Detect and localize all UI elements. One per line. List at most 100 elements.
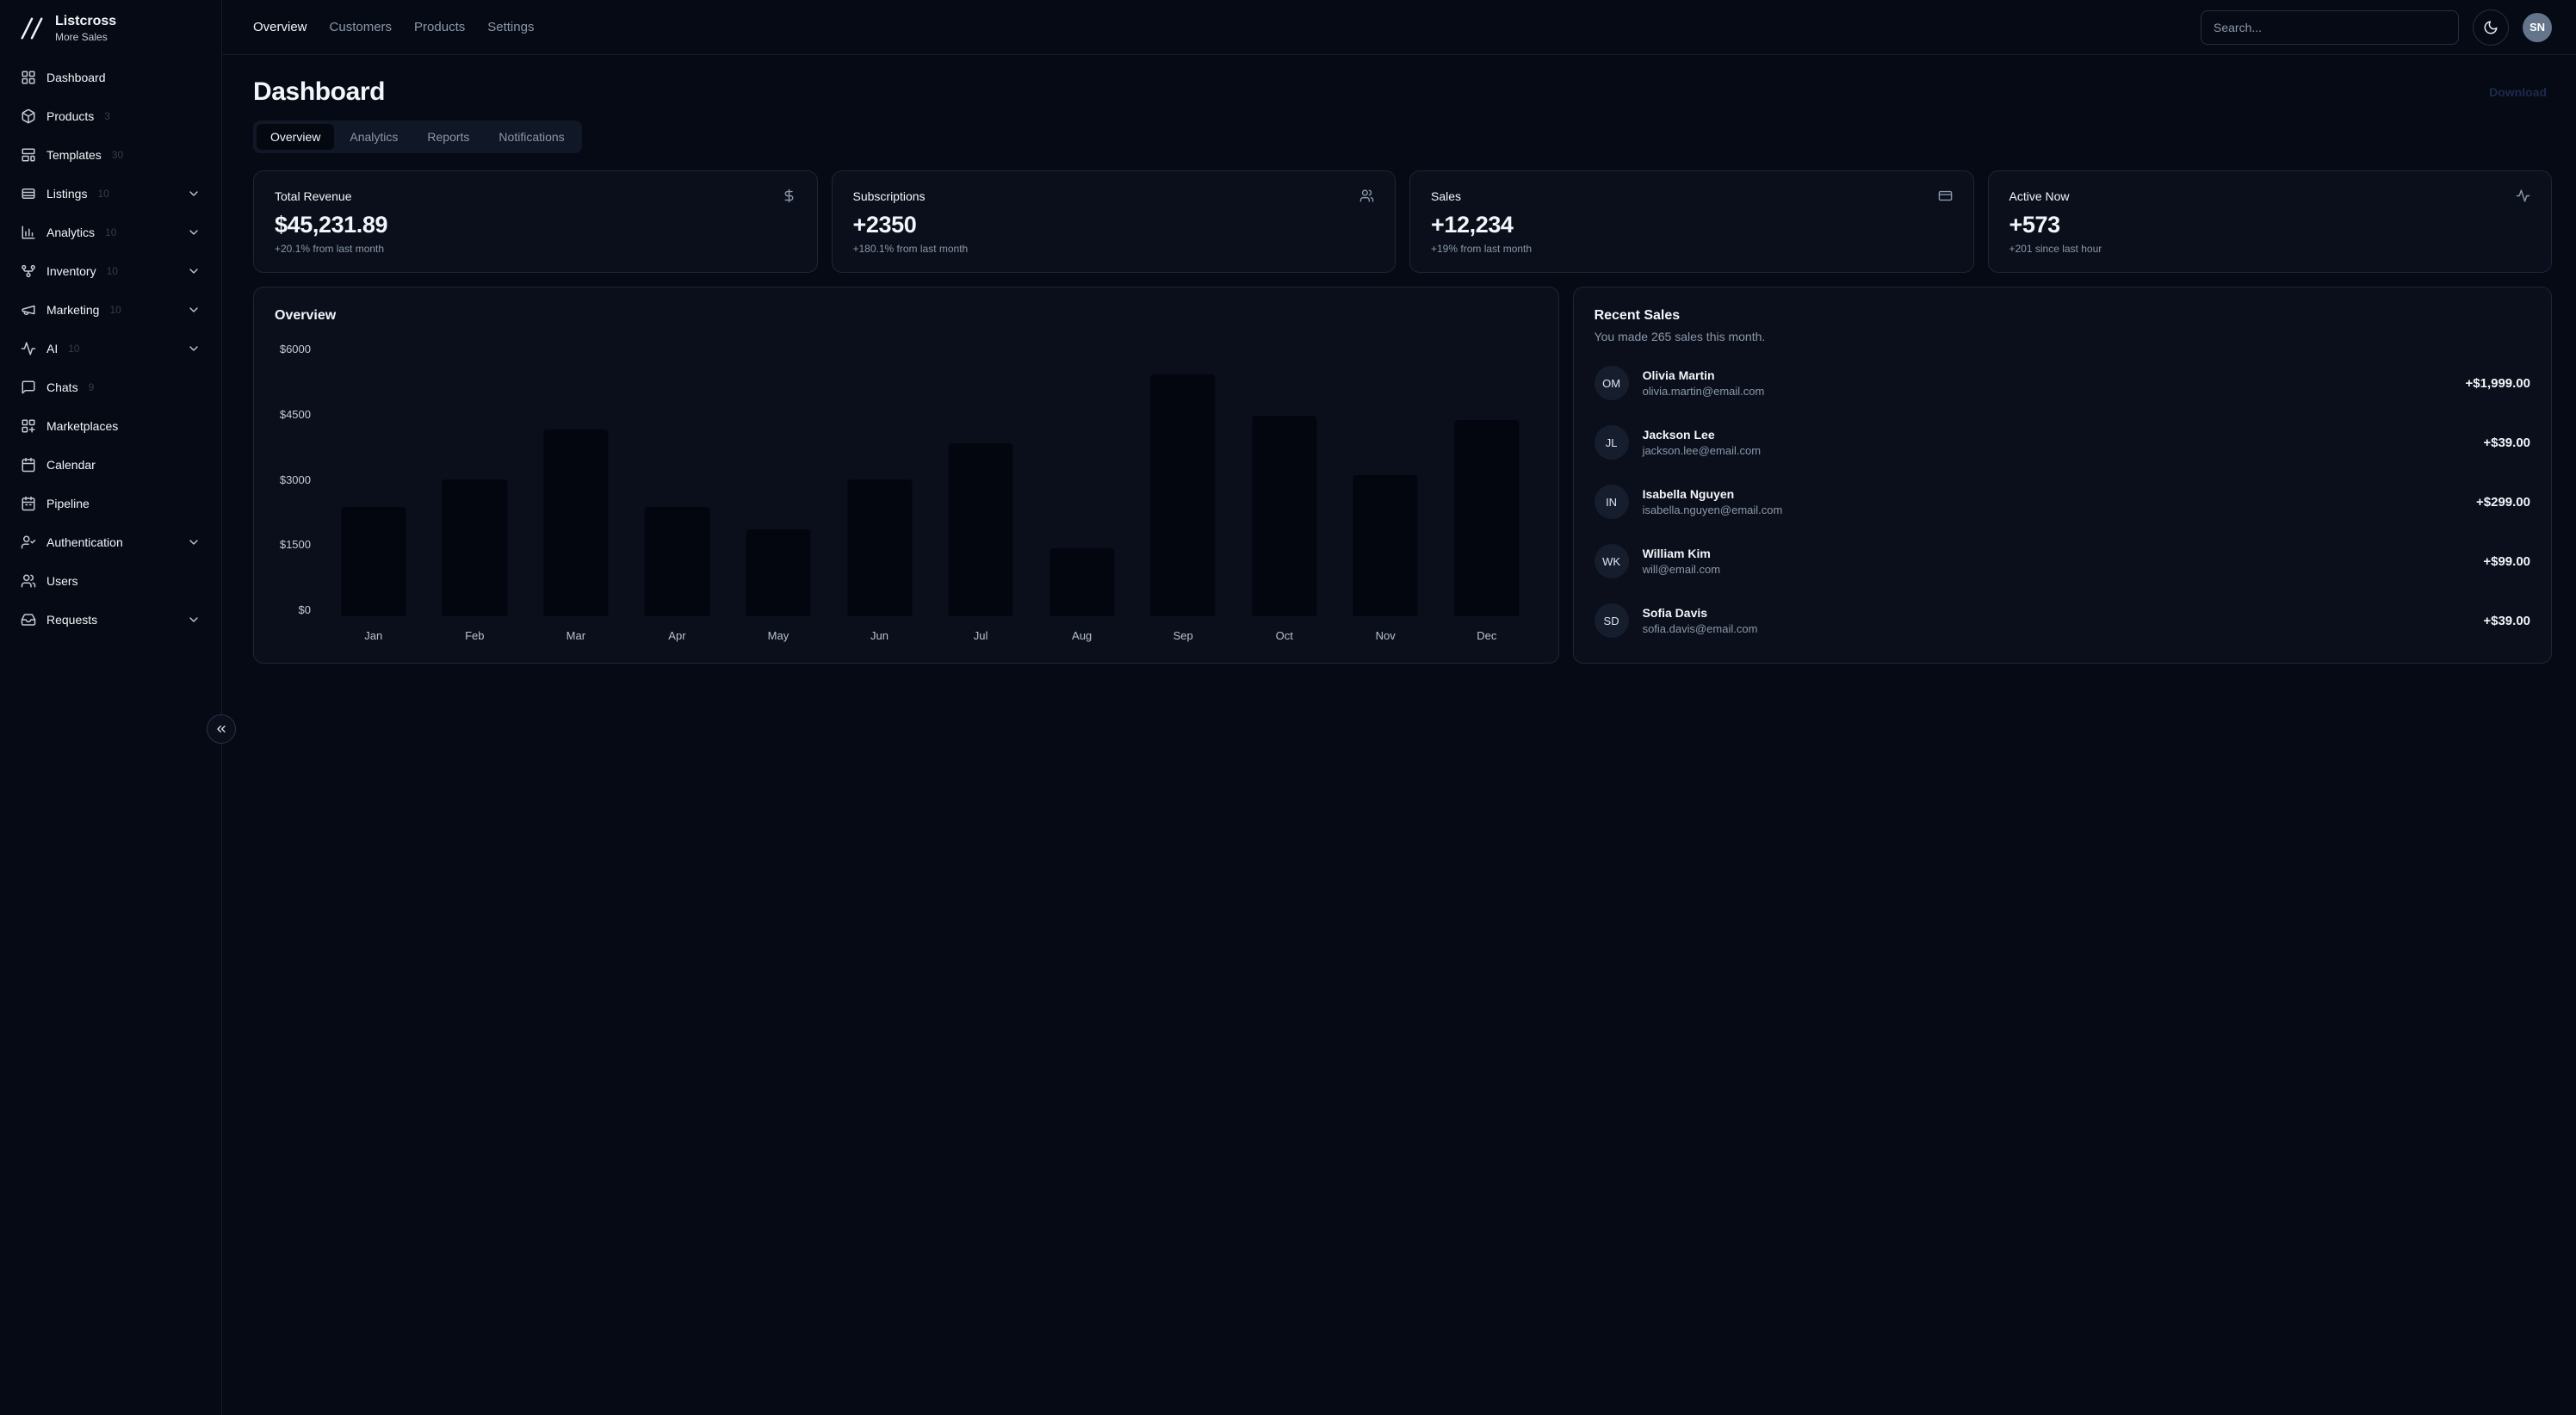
sidebar-item-authentication[interactable]: Authentication (12, 526, 209, 559)
x-axis-label: Dec (1436, 616, 1538, 642)
download-button[interactable]: Download (2484, 84, 2552, 100)
sidebar-item-badge: 30 (112, 149, 123, 161)
sidebar-item-label: Marketplaces (46, 419, 118, 433)
stat-card-header: Active Now (2009, 188, 2531, 203)
x-axis-label: Nov (1334, 616, 1436, 642)
chevron-down-icon (187, 226, 201, 239)
users-icon (21, 573, 36, 589)
sidebar-item-analytics[interactable]: Analytics10 (12, 216, 209, 249)
sidebar-item-pipeline[interactable]: Pipeline (12, 487, 209, 520)
sale-email: sofia.davis@email.com (1643, 622, 1758, 635)
chevrons-left-icon (214, 722, 228, 736)
chart-column: Aug (1031, 343, 1133, 642)
sidebar-item-label: Dashboard (46, 71, 106, 84)
sale-info: William Kimwill@email.com (1643, 547, 1721, 576)
sidebar-item-badge: 10 (68, 343, 79, 355)
overview-chart-card: Overview $6000$4500$3000$1500$0 JanFebMa… (253, 287, 1559, 664)
sidebar-item-label: Requests (46, 613, 97, 627)
sidebar-item-users[interactable]: Users (12, 565, 209, 597)
sale-info: Jackson Leejackson.lee@email.com (1643, 428, 1761, 457)
sidebar-item-label: Products (46, 109, 94, 123)
sidebar-item-calendar[interactable]: Calendar (12, 448, 209, 481)
chart-bar (1151, 374, 1216, 616)
credit-card-icon (1938, 188, 1953, 203)
main-area: Overview Customers Products Settings SN Das… (222, 0, 2576, 1415)
sidebar-item-listings[interactable]: Listings10 (12, 177, 209, 210)
chart-column: May (728, 343, 829, 642)
chart-bar (543, 429, 608, 616)
chart-bar (847, 479, 912, 616)
chart-column: Oct (1234, 343, 1335, 642)
chart-bar (341, 507, 406, 616)
sale-name: Olivia Martin (1643, 368, 1765, 382)
sidebar-item-products[interactable]: Products 3 (12, 100, 209, 133)
sale-info: Sofia Davissofia.davis@email.com (1643, 606, 1758, 635)
ai-icon (21, 341, 36, 356)
sidebar-collapse-button[interactable] (207, 714, 236, 744)
brand[interactable]: Listcross More Sales (0, 0, 221, 52)
nav-link-settings[interactable]: Settings (487, 20, 534, 34)
chats-icon (21, 380, 36, 395)
sale-email: will@email.com (1643, 563, 1721, 576)
avatar: SD (1595, 603, 1629, 638)
x-axis-label: Sep (1132, 616, 1234, 642)
sidebar-item-label: Authentication (46, 535, 123, 549)
stat-cards: Total Revenue$45,231.89+20.1% from last … (253, 170, 2552, 273)
sidebar-item-label: Calendar (46, 458, 96, 472)
chevron-down-icon (187, 303, 201, 317)
search-input[interactable] (2201, 10, 2459, 45)
recent-sales-list: OMOlivia Martinolivia.martin@email.com+$… (1595, 366, 2530, 638)
nav-link-overview[interactable]: Overview (253, 20, 307, 34)
tab-analytics[interactable]: Analytics (336, 124, 412, 150)
sidebar-item-templates[interactable]: Templates30 (12, 139, 209, 171)
list-item: WKWilliam Kimwill@email.com+$99.00 (1595, 544, 2530, 578)
sidebar-item-chats[interactable]: Chats9 (12, 371, 209, 404)
user-avatar[interactable]: SN (2523, 13, 2552, 42)
sidebar-item-ai[interactable]: AI 10 (12, 332, 209, 365)
x-axis-label: Jul (930, 616, 1031, 642)
sidebar-item-dashboard[interactable]: Dashboard (12, 61, 209, 94)
tab-overview[interactable]: Overview (257, 124, 334, 150)
analytics-icon (21, 225, 36, 240)
sidebar-item-badge: 3 (104, 110, 110, 122)
chart-bar-slot (1234, 343, 1335, 616)
sidebar-item-badge: 10 (97, 188, 108, 200)
sidebar: Listcross More Sales Dashboard Products 3 T… (0, 0, 222, 1415)
chart-bar (1252, 416, 1316, 616)
stat-value: +2350 (853, 212, 1375, 238)
marketing-icon (21, 302, 36, 318)
chart-bar-slot (1031, 343, 1133, 616)
chart-bar-slot (1334, 343, 1436, 616)
x-axis-label: Aug (1031, 616, 1133, 642)
marketplaces-icon (21, 418, 36, 434)
tab-notifications[interactable]: Notifications (485, 124, 578, 150)
sidebar-item-inventory[interactable]: Inventory10 (12, 255, 209, 287)
chart-bar-slot (1132, 343, 1234, 616)
sidebar-item-marketplaces[interactable]: Marketplaces (12, 410, 209, 442)
chart-bar-slot (627, 343, 728, 616)
sidebar-item-label: Analytics (46, 226, 95, 239)
pipeline-icon (21, 496, 36, 511)
products-icon (21, 108, 36, 124)
chevron-down-icon (187, 342, 201, 355)
requests-icon (21, 612, 36, 627)
nav-link-products[interactable]: Products (414, 20, 465, 34)
sidebar-item-label: Users (46, 574, 78, 588)
theme-toggle-button[interactable] (2473, 9, 2509, 46)
list-item: JLJackson Leejackson.lee@email.com+$39.0… (1595, 425, 2530, 460)
sidebar-item-marketing[interactable]: Marketing10 (12, 294, 209, 326)
list-item: OMOlivia Martinolivia.martin@email.com+$… (1595, 366, 2530, 400)
x-axis-label: Oct (1234, 616, 1335, 642)
y-axis: $6000$4500$3000$1500$0 (275, 343, 323, 642)
sidebar-item-label: AI (46, 342, 58, 355)
panels-row: Overview $6000$4500$3000$1500$0 JanFebMa… (253, 287, 2552, 664)
sidebar-item-requests[interactable]: Requests (12, 603, 209, 636)
page-content: Dashboard Download OverviewAnalyticsRepo… (222, 55, 2576, 1415)
nav-link-customers[interactable]: Customers (330, 20, 393, 34)
sidebar-item-label: Chats (46, 380, 78, 394)
x-axis-label: Feb (424, 616, 526, 642)
tab-reports[interactable]: Reports (413, 124, 483, 150)
app-root: Listcross More Sales Dashboard Products 3 T… (0, 0, 2576, 1415)
moon-icon (2483, 20, 2499, 35)
chart-bar-slot (323, 343, 424, 616)
